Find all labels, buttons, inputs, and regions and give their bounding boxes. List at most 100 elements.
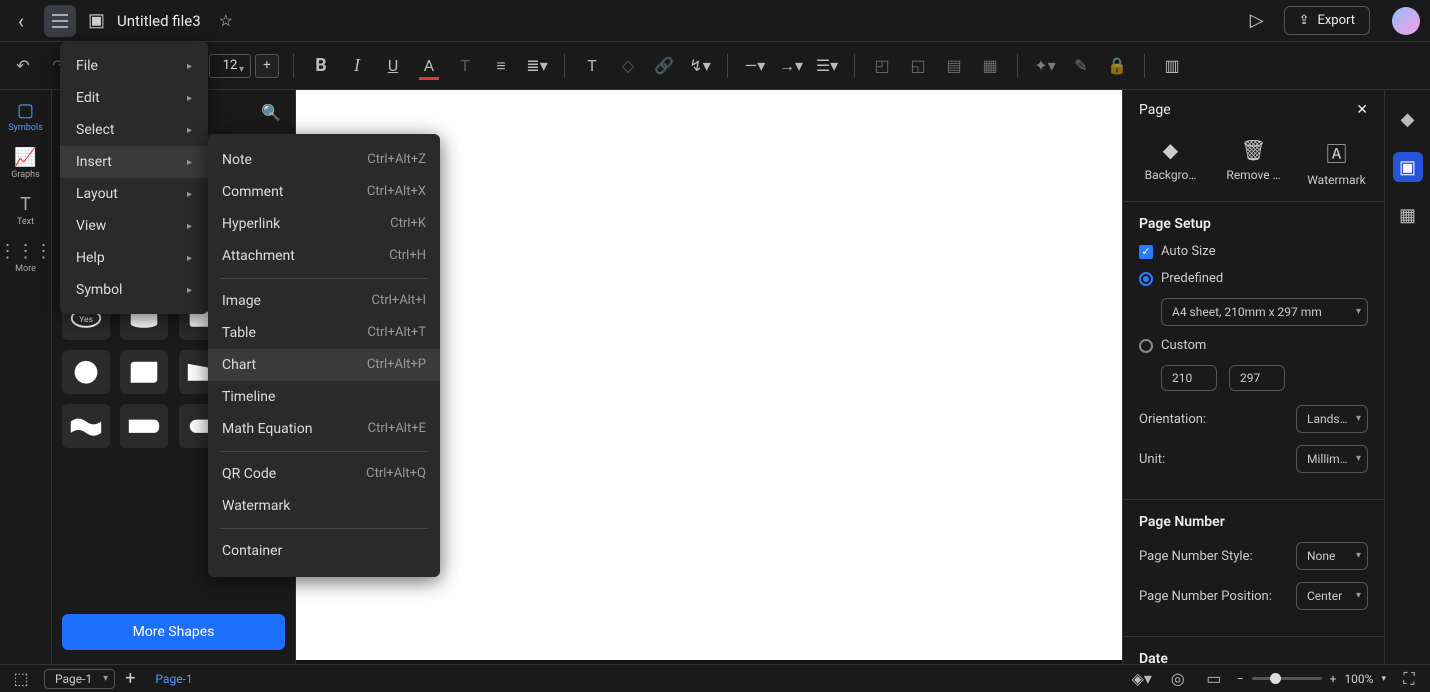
underline-button[interactable]: U bbox=[380, 53, 406, 79]
shapes-search-icon[interactable]: 🔍 bbox=[261, 103, 281, 122]
insert-watermark[interactable]: Watermark bbox=[208, 490, 440, 522]
font-size-value[interactable]: 12 bbox=[209, 54, 251, 78]
predefined-radio[interactable] bbox=[1139, 272, 1153, 286]
rail-label: Symbols bbox=[8, 123, 43, 133]
layout-button[interactable]: ▥ bbox=[1159, 53, 1185, 79]
rail-graphs[interactable]: 📈Graphs bbox=[6, 141, 46, 182]
chevron-down-icon[interactable]: ▾ bbox=[1381, 674, 1386, 684]
predefined-label: Predefined bbox=[1161, 271, 1223, 286]
menu-view[interactable]: View▸ bbox=[60, 210, 208, 242]
page-tab[interactable]: Page-1 bbox=[145, 672, 202, 686]
export-button[interactable]: ⇪ Export bbox=[1284, 6, 1370, 35]
predefined-size-select[interactable]: A4 sheet, 210mm x 297 mm bbox=[1161, 298, 1368, 326]
insert-chart[interactable]: ChartCtrl+Alt+P bbox=[208, 349, 440, 381]
zoom-out-button[interactable]: − bbox=[1237, 672, 1244, 686]
link-button[interactable]: 🔗 bbox=[651, 53, 677, 79]
user-avatar[interactable] bbox=[1392, 7, 1420, 35]
line-weight-button[interactable]: ☰▾ bbox=[814, 53, 840, 79]
insert-image[interactable]: ImageCtrl+Alt+I bbox=[208, 285, 440, 317]
align-objects-button[interactable]: ▤ bbox=[941, 53, 967, 79]
rail-text[interactable]: TText bbox=[6, 188, 46, 229]
document-title[interactable]: Untitled file3 bbox=[117, 12, 201, 30]
pn-position-select[interactable]: Center bbox=[1296, 582, 1368, 610]
insert-note[interactable]: NoteCtrl+Alt+Z bbox=[208, 144, 440, 176]
connector-button[interactable]: ↯▾ bbox=[687, 53, 713, 79]
bring-front-button[interactable]: ◰ bbox=[869, 53, 895, 79]
menu-select[interactable]: Select▸ bbox=[60, 114, 208, 146]
focus-icon[interactable]: ◎ bbox=[1165, 666, 1191, 692]
shape-item[interactable] bbox=[62, 404, 110, 448]
menu-layout[interactable]: Layout▸ bbox=[60, 178, 208, 210]
unit-select[interactable]: Millim… bbox=[1296, 445, 1368, 473]
back-button[interactable]: ‹ bbox=[10, 5, 32, 37]
present-button[interactable]: ▷ bbox=[1250, 10, 1264, 31]
text-style-button[interactable]: T bbox=[452, 53, 478, 79]
chevron-right-icon: ▸ bbox=[187, 189, 192, 200]
fill-tool-icon[interactable]: ◆ bbox=[1393, 104, 1423, 134]
layers-icon[interactable]: ◈▾ bbox=[1129, 666, 1155, 692]
insert-container[interactable]: Container bbox=[208, 535, 440, 567]
bold-button[interactable]: B bbox=[308, 53, 334, 79]
undo-button[interactable]: ↶ bbox=[10, 53, 36, 79]
auto-size-row[interactable]: ✓ Auto Size bbox=[1139, 244, 1368, 259]
zoom-slider[interactable] bbox=[1252, 677, 1322, 680]
italic-button[interactable]: I bbox=[344, 53, 370, 79]
background-button[interactable]: ◆Backgro… bbox=[1136, 138, 1206, 187]
menu-edit[interactable]: Edit▸ bbox=[60, 82, 208, 114]
arrow-style-button[interactable]: →▾ bbox=[778, 53, 804, 79]
rail-more[interactable]: ⋮⋮⋮More bbox=[6, 235, 46, 276]
line-style-button[interactable]: ―▾ bbox=[742, 53, 768, 79]
group-button[interactable]: ▦ bbox=[977, 53, 1003, 79]
custom-row[interactable]: Custom bbox=[1139, 338, 1368, 353]
insert-comment[interactable]: CommentCtrl+Alt+X bbox=[208, 176, 440, 208]
font-color-button[interactable]: A bbox=[416, 53, 442, 79]
insert-hyperlink[interactable]: HyperlinkCtrl+K bbox=[208, 208, 440, 240]
align-button[interactable]: ≡ bbox=[488, 53, 514, 79]
menu-symbol[interactable]: Symbol▸ bbox=[60, 274, 208, 306]
rail-symbols[interactable]: ▢Symbols bbox=[6, 94, 46, 135]
effects-button[interactable]: ✦▾ bbox=[1032, 53, 1058, 79]
shape-item[interactable] bbox=[120, 350, 168, 394]
page-panel-icon[interactable]: ▣ bbox=[1393, 152, 1423, 182]
menu-help[interactable]: Help▸ bbox=[60, 242, 208, 274]
menu-file[interactable]: File▸ bbox=[60, 50, 208, 82]
edit-button[interactable]: ✎ bbox=[1068, 53, 1094, 79]
page-width-input[interactable]: 210 bbox=[1161, 365, 1217, 391]
zoom-value[interactable]: 100% bbox=[1344, 672, 1373, 686]
insert-qr-code[interactable]: QR CodeCtrl+Alt+Q bbox=[208, 458, 440, 490]
watermark-button[interactable]: 🄰Watermark bbox=[1302, 138, 1372, 187]
favorite-star-icon[interactable]: ☆ bbox=[219, 11, 233, 30]
page-height-input[interactable]: 297 bbox=[1229, 365, 1285, 391]
book-icon[interactable]: ▭ bbox=[1201, 666, 1227, 692]
panel-title: Page bbox=[1139, 102, 1171, 118]
pages-layout-icon[interactable]: ⬚ bbox=[8, 666, 34, 692]
auto-size-checkbox[interactable]: ✓ bbox=[1139, 245, 1153, 259]
insert-attachment[interactable]: AttachmentCtrl+H bbox=[208, 240, 440, 272]
fullscreen-icon[interactable]: ⛶ bbox=[1396, 666, 1422, 692]
insert-timeline[interactable]: Timeline bbox=[208, 381, 440, 413]
shape-item[interactable] bbox=[120, 404, 168, 448]
page-select[interactable]: Page-1 bbox=[44, 669, 115, 689]
remove-bg-button[interactable]: 🗑Remove … bbox=[1219, 138, 1289, 187]
menu-insert[interactable]: Insert▸ bbox=[60, 146, 208, 178]
more-shapes-button[interactable]: More Shapes bbox=[62, 614, 285, 650]
grid-panel-icon[interactable]: ▦ bbox=[1393, 200, 1423, 230]
text-tool-button[interactable]: T bbox=[579, 53, 605, 79]
orientation-select[interactable]: Lands… bbox=[1296, 405, 1368, 433]
more-icon: ⋮⋮⋮ bbox=[0, 241, 53, 262]
insert-math-equation[interactable]: Math EquationCtrl+Alt+E bbox=[208, 413, 440, 445]
send-back-button[interactable]: ◱ bbox=[905, 53, 931, 79]
pn-style-select[interactable]: None bbox=[1296, 542, 1368, 570]
zoom-in-button[interactable]: + bbox=[1330, 672, 1337, 686]
custom-radio[interactable] bbox=[1139, 339, 1153, 353]
font-size-increase[interactable]: + bbox=[255, 54, 279, 78]
lock-button[interactable]: 🔒 bbox=[1104, 53, 1130, 79]
close-panel-icon[interactable]: ✕ bbox=[1356, 102, 1368, 118]
rotate-button[interactable]: ◇ bbox=[615, 53, 641, 79]
line-spacing-button[interactable]: ≣▾ bbox=[524, 53, 550, 79]
predefined-row[interactable]: Predefined bbox=[1139, 271, 1368, 286]
add-page-button[interactable]: + bbox=[125, 668, 135, 689]
insert-table[interactable]: TableCtrl+Alt+T bbox=[208, 317, 440, 349]
shape-item[interactable] bbox=[62, 350, 110, 394]
main-menu-button[interactable] bbox=[44, 5, 76, 37]
